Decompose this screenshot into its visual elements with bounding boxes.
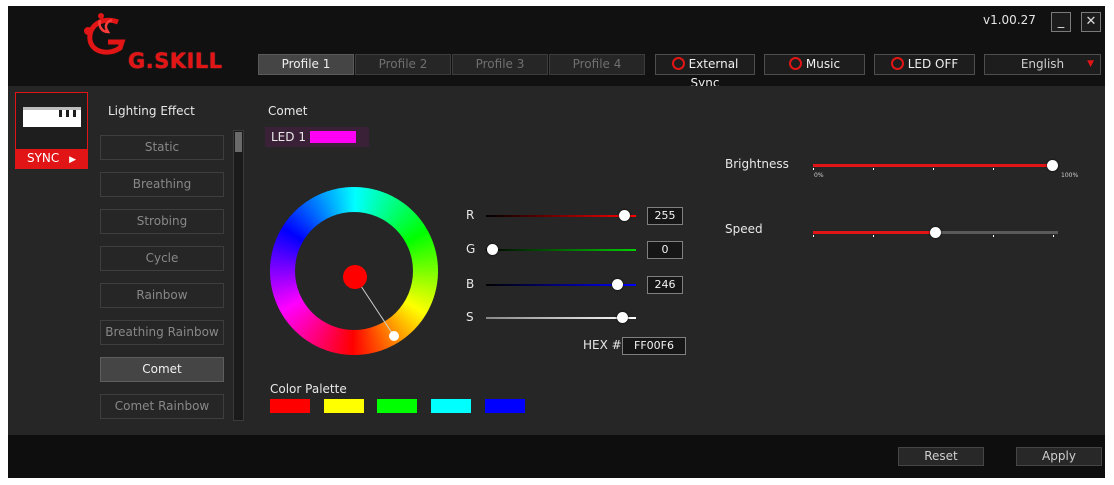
- color-wheel[interactable]: [266, 183, 442, 359]
- apply-button[interactable]: Apply: [1016, 447, 1102, 466]
- effect-strobing[interactable]: Strobing: [100, 209, 224, 234]
- s-slider-handle[interactable]: [617, 312, 628, 323]
- g-value-input[interactable]: 0: [647, 241, 683, 259]
- external-sync-button[interactable]: External Sync: [655, 54, 755, 90]
- radio-ring-icon: [890, 57, 904, 70]
- radio-ring-icon: [788, 57, 802, 70]
- palette-swatch-red[interactable]: [270, 399, 310, 413]
- g-label: G: [466, 242, 476, 256]
- palette-swatch-blue[interactable]: [485, 399, 525, 413]
- s-slider-track[interactable]: [486, 312, 636, 324]
- color-palette-heading: Color Palette: [270, 382, 347, 396]
- effect-comet[interactable]: Comet: [100, 357, 224, 382]
- effect-static[interactable]: Static: [100, 135, 224, 160]
- gskill-logo-icon: [84, 13, 126, 55]
- brightness-label: Brightness: [725, 157, 789, 171]
- dropdown-arrow-icon: ▼: [1087, 59, 1094, 69]
- brightness-slider-track[interactable]: [813, 164, 1053, 167]
- b-value-input[interactable]: 246: [647, 276, 683, 294]
- led-color-swatch: [310, 131, 356, 143]
- tab-profile-1[interactable]: Profile 1: [258, 54, 354, 75]
- palette-swatch-yellow[interactable]: [324, 399, 364, 413]
- g-slider-track[interactable]: [486, 244, 636, 256]
- title-bar: G.SKILL v1.00.27 _ ✕ Profile 1 Profile 2…: [8, 6, 1105, 90]
- lighting-effect-heading: Lighting Effect: [108, 104, 195, 118]
- brand-logo-text: G.SKILL: [128, 49, 223, 73]
- effect-rainbow[interactable]: Rainbow: [100, 283, 224, 308]
- tab-profile-3[interactable]: Profile 3: [452, 54, 548, 75]
- speed-slider-fill: [813, 231, 936, 234]
- r-slider-track[interactable]: [486, 210, 636, 222]
- music-button[interactable]: Music: [764, 54, 865, 75]
- scrollbar-thumb[interactable]: [235, 132, 242, 152]
- palette-swatch-cyan[interactable]: [431, 399, 471, 413]
- effect-comet-rainbow[interactable]: Comet Rainbow: [100, 394, 224, 419]
- close-button[interactable]: ✕: [1081, 12, 1101, 32]
- sync-button[interactable]: SYNC ▶: [16, 149, 87, 168]
- led-off-button[interactable]: LED OFF: [874, 54, 975, 75]
- palette-swatch-green[interactable]: [377, 399, 417, 413]
- effect-list-scrollbar[interactable]: [233, 130, 244, 421]
- b-slider-handle[interactable]: [612, 279, 623, 290]
- led-label: LED 1: [271, 130, 306, 144]
- b-label: B: [466, 277, 475, 291]
- footer-bar: Reset Apply: [8, 435, 1105, 478]
- hex-label: HEX #: [583, 338, 622, 352]
- version-label: v1.00.27: [983, 13, 1036, 27]
- s-label: S: [466, 310, 474, 324]
- g-slider-handle[interactable]: [487, 244, 498, 255]
- arrow-right-icon: ▶: [69, 155, 77, 165]
- brightness-slider-fill: [813, 164, 1053, 167]
- language-select[interactable]: English ▼: [984, 54, 1101, 75]
- led-selector[interactable]: LED 1: [265, 127, 369, 147]
- r-slider-handle[interactable]: [619, 210, 630, 221]
- effect-title: Comet: [268, 104, 308, 118]
- brightness-min-label: 0%: [814, 172, 824, 179]
- effect-breathing[interactable]: Breathing: [100, 172, 224, 197]
- reset-button[interactable]: Reset: [898, 447, 984, 466]
- wheel-selector-handle[interactable]: [389, 331, 399, 341]
- speed-ticks: [813, 235, 1058, 239]
- minimize-button[interactable]: _: [1051, 12, 1071, 32]
- main-content: SYNC ▶ Lighting Effect Static Breathing …: [8, 86, 1105, 435]
- app-window: G.SKILL v1.00.27 _ ✕ Profile 1 Profile 2…: [8, 6, 1105, 478]
- r-label: R: [466, 208, 475, 222]
- effect-breathing-rainbow[interactable]: Breathing Rainbow: [100, 320, 224, 345]
- ram-module-icon: [23, 107, 81, 127]
- hex-value-input[interactable]: FF00F6: [622, 337, 686, 355]
- speed-label: Speed: [725, 222, 763, 236]
- center-color-dot: [343, 265, 367, 289]
- sync-device-panel: SYNC ▶: [15, 92, 88, 169]
- radio-ring-icon: [671, 57, 685, 70]
- r-value-input[interactable]: 255: [647, 207, 683, 225]
- effect-cycle[interactable]: Cycle: [100, 246, 224, 271]
- tab-profile-4[interactable]: Profile 4: [549, 54, 645, 75]
- brightness-max-label: 100%: [1061, 172, 1079, 179]
- brightness-ticks: [813, 168, 1053, 172]
- tab-profile-2[interactable]: Profile 2: [355, 54, 451, 75]
